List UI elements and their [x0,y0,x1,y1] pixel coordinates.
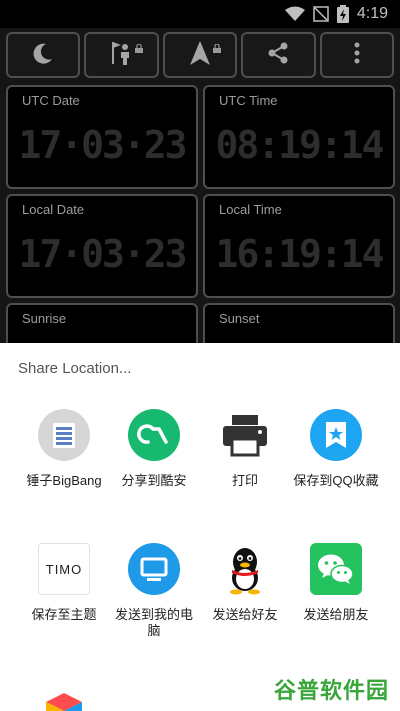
timo-icon-text: TIMO [45,561,83,577]
share-app-bigbang[interactable]: 锤子BigBang [14,409,114,489]
share-sheet: Share Location... 锤子BigBang 分享到酷安 打印 保存到… [0,343,400,711]
computer-icon [128,543,180,595]
qq-favorites-icon [310,409,362,461]
share-app-coolapk[interactable]: 分享到酷安 [104,409,204,489]
share-app-wechat[interactable]: 发送给朋友 [286,543,386,623]
share-app-label: 发送给好友 [212,607,278,622]
cube-app-icon [38,679,90,711]
share-app-theme[interactable]: TIMO 保存至主题 [14,543,114,623]
share-sheet-title: Share Location... [18,360,132,377]
wechat-icon [310,543,362,595]
share-app-label: 保存到QQ收藏 [293,473,379,488]
timo-icon: TIMO [38,543,90,595]
watermark: 谷普软件园 [274,678,390,703]
scrim[interactable] [0,0,400,343]
coolapk-icon [128,409,180,461]
printer-icon [219,409,271,461]
share-app-label: 锤子BigBang [26,473,102,488]
share-app-partial[interactable] [14,679,114,711]
qq-penguin-icon [219,543,271,595]
share-app-label: 打印 [231,473,258,488]
share-app-qq-friend[interactable]: 发送给好友 [195,543,295,623]
share-app-label: 发送给朋友 [303,607,369,622]
share-app-label: 分享到酷安 [121,473,187,488]
share-app-my-computer[interactable]: 发送到我的电脑 [104,543,204,639]
share-app-qq-favorites[interactable]: 保存到QQ收藏 [286,409,386,489]
share-app-label: 保存至主题 [31,607,97,622]
share-app-label: 发送到我的电脑 [114,607,193,638]
share-app-print[interactable]: 打印 [195,409,295,489]
bigbang-icon [38,409,90,461]
